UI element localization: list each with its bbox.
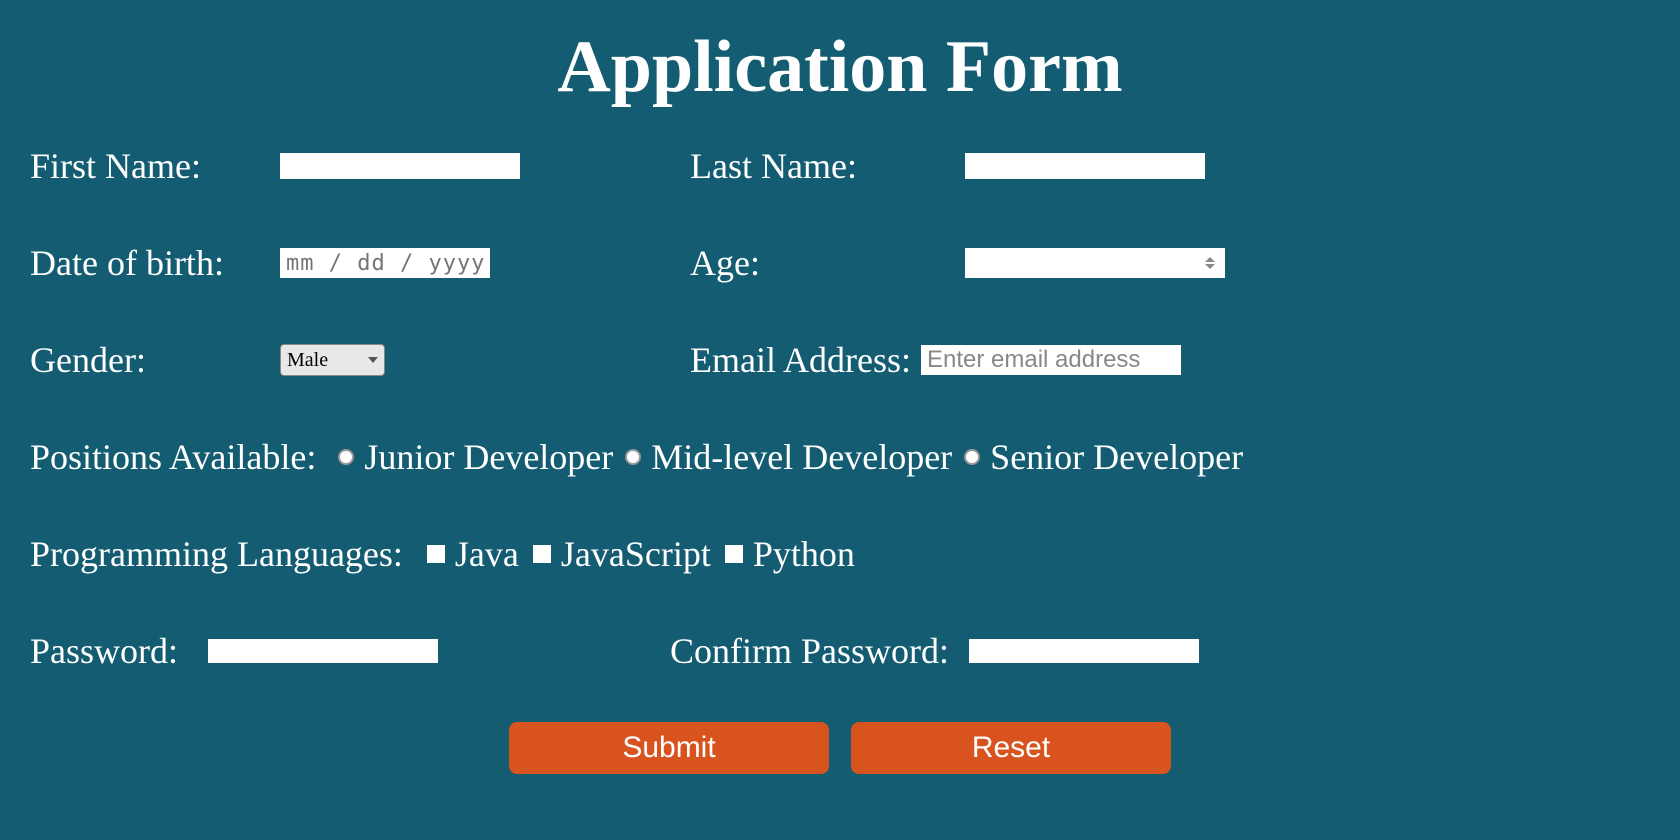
- dob-input[interactable]: [280, 248, 490, 278]
- checkbox-icon[interactable]: [427, 545, 445, 563]
- confirm-password-input[interactable]: [969, 639, 1199, 663]
- radio-icon[interactable]: [964, 449, 980, 465]
- password-input[interactable]: [208, 639, 438, 663]
- row-languages: Programming Languages: Java JavaScript P…: [30, 533, 1650, 575]
- checkbox-icon[interactable]: [533, 545, 551, 563]
- gender-selected-value: Male: [287, 349, 328, 372]
- dob-label: Date of birth:: [30, 242, 280, 284]
- number-spinner-icon[interactable]: [1201, 252, 1219, 274]
- last-name-label: Last Name:: [690, 145, 965, 187]
- language-label: Java: [455, 533, 519, 575]
- radio-icon[interactable]: [338, 449, 354, 465]
- row-positions: Positions Available: Junior Developer Mi…: [30, 436, 1650, 478]
- email-placeholder: Enter email address: [927, 346, 1140, 374]
- languages-label: Programming Languages:: [30, 533, 403, 575]
- language-option-python: Python: [725, 533, 855, 575]
- confirm-password-label: Confirm Password:: [670, 630, 949, 672]
- position-label: Mid-level Developer: [651, 436, 952, 478]
- email-input[interactable]: Enter email address: [921, 345, 1181, 375]
- submit-button[interactable]: Submit: [509, 722, 829, 774]
- application-form: First Name: Last Name: Date of birth: Ag…: [30, 145, 1650, 774]
- language-option-java: Java: [427, 533, 519, 575]
- last-name-input[interactable]: [965, 153, 1205, 179]
- first-name-input[interactable]: [280, 153, 520, 179]
- gender-label: Gender:: [30, 339, 280, 381]
- page-title: Application Form: [30, 25, 1650, 110]
- position-option-junior: Junior Developer: [338, 436, 613, 478]
- password-label: Password:: [30, 630, 178, 672]
- row-name: First Name: Last Name:: [30, 145, 1650, 187]
- language-label: JavaScript: [561, 533, 711, 575]
- age-label: Age:: [690, 242, 965, 284]
- radio-icon[interactable]: [625, 449, 641, 465]
- row-gender-email: Gender: Male Email Address: Enter email …: [30, 339, 1650, 381]
- position-option-mid: Mid-level Developer: [625, 436, 952, 478]
- position-label: Senior Developer: [990, 436, 1243, 478]
- chevron-down-icon: [368, 357, 378, 363]
- gender-select[interactable]: Male: [280, 344, 385, 376]
- email-label: Email Address:: [690, 339, 911, 381]
- language-label: Python: [753, 533, 855, 575]
- age-input[interactable]: [965, 248, 1225, 278]
- row-dob-age: Date of birth: Age:: [30, 242, 1650, 284]
- row-password: Password: Confirm Password:: [30, 630, 1650, 672]
- position-label: Junior Developer: [364, 436, 613, 478]
- language-option-javascript: JavaScript: [533, 533, 711, 575]
- first-name-label: First Name:: [30, 145, 280, 187]
- reset-button[interactable]: Reset: [851, 722, 1171, 774]
- position-option-senior: Senior Developer: [964, 436, 1243, 478]
- checkbox-icon[interactable]: [725, 545, 743, 563]
- buttons-row: Submit Reset: [30, 722, 1650, 774]
- positions-label: Positions Available:: [30, 436, 316, 478]
